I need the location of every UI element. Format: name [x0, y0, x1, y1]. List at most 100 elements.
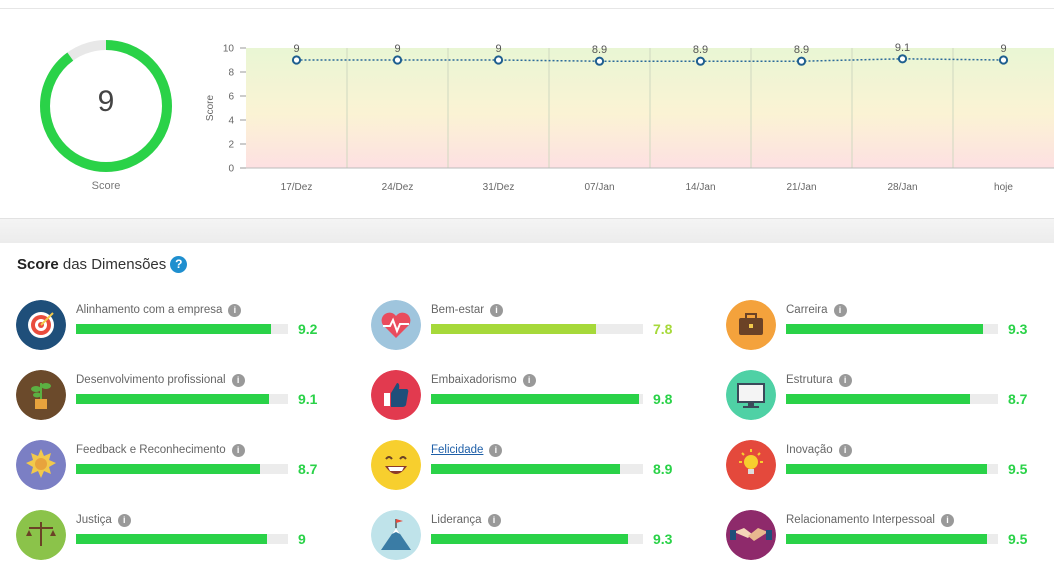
section-divider [0, 218, 1054, 243]
dimension-score: 9.8 [653, 391, 673, 407]
dimensions-title-bold: Score [17, 256, 59, 273]
dimension-carreira[interactable]: Carreira i 9.3 [726, 300, 1054, 356]
dimension-score: 9.3 [653, 531, 673, 547]
dimensions-title-rest: das Dimensões [58, 256, 167, 273]
thumbs-up-icon [371, 370, 421, 420]
x-tick-label: 31/Dez [483, 182, 515, 193]
dimension-name: Carreira i [786, 304, 847, 317]
dimension-name: Desenvolvimento profissional i [76, 374, 245, 387]
y-tick-label: 6 [228, 92, 234, 103]
y-tick-label: 8 [228, 68, 234, 79]
dimension-score: 9.2 [298, 321, 318, 337]
info-icon[interactable]: i [487, 514, 501, 527]
data-point [695, 56, 706, 66]
dimension-score: 9.5 [1008, 531, 1028, 547]
dimension-desenvolvimento[interactable]: Desenvolvimento profissional i 9.1 [16, 370, 356, 426]
info-icon[interactable]: i [117, 514, 131, 527]
score-bar [431, 394, 643, 404]
data-point [392, 55, 403, 65]
dimension-feedback[interactable]: Feedback e Reconhecimento i 8.7 [16, 440, 356, 496]
dimension-name[interactable]: Felicidade i [431, 444, 503, 457]
dimension-embaixadorismo[interactable]: Embaixadorismo i 9.8 [371, 370, 711, 426]
info-icon[interactable]: i [833, 304, 847, 317]
top-divider [0, 8, 1054, 9]
info-icon[interactable]: i [228, 304, 242, 317]
x-tick-label: 17/Dez [281, 182, 313, 193]
dimension-score: 8.7 [298, 461, 318, 477]
score-bar [786, 394, 998, 404]
data-point [594, 56, 605, 66]
y-tick-label: 4 [228, 116, 234, 127]
dimension-name: Alinhamento com a empresa i [76, 304, 242, 317]
dimension-name: Relacionamento Interpessoal i [786, 514, 954, 527]
scale-icon [16, 510, 66, 560]
dimension-name: Bem-estar i [431, 304, 504, 317]
score-history-chart: 0 2 4 6 8 10 Score 17/Dez 24/Dez 31/Dez 07/Jan 14/… [205, 42, 1054, 193]
x-tick-label: 28/Jan [887, 182, 917, 193]
score-bar [786, 324, 998, 334]
dimension-felicidade[interactable]: Felicidade i 8.9 [371, 440, 711, 496]
medal-icon [16, 440, 66, 490]
dimension-score: 7.8 [653, 321, 673, 337]
score-bar [76, 394, 288, 404]
dimension-name: Embaixadorismo i [431, 374, 536, 387]
target-icon [16, 300, 66, 350]
dimension-score: 9.5 [1008, 461, 1028, 477]
x-tick-label: 14/Jan [685, 182, 715, 193]
data-label: 9 [293, 43, 299, 55]
data-point [796, 56, 807, 66]
data-label: 9 [1000, 43, 1006, 55]
score-bar [431, 464, 643, 474]
data-point [998, 55, 1009, 65]
info-icon[interactable]: i [231, 374, 245, 387]
y-tick-label: 0 [228, 164, 234, 175]
score-bar [76, 324, 288, 334]
dimension-score: 8.9 [653, 461, 673, 477]
x-tick-label: 21/Jan [786, 182, 816, 193]
info-icon[interactable]: i [490, 304, 504, 317]
heartbeat-icon [371, 300, 421, 350]
dimension-name: Inovação i [786, 444, 852, 457]
x-tick-label: 24/Dez [382, 182, 414, 193]
x-tick-label: hoje [994, 182, 1013, 193]
dimension-estrutura[interactable]: Estrutura i 8.7 [726, 370, 1054, 426]
handshake-icon [726, 510, 776, 560]
score-bar [431, 324, 643, 334]
score-bar [786, 464, 998, 474]
dimension-name: Estrutura i [786, 374, 852, 387]
smile-icon [371, 440, 421, 490]
data-label: 8.9 [693, 44, 708, 56]
y-tick-label: 10 [223, 44, 235, 55]
data-label: 9 [495, 43, 501, 55]
info-icon[interactable]: i [838, 374, 852, 387]
data-point [493, 55, 504, 65]
dimension-score: 9 [298, 531, 306, 547]
dimension-alinhamento[interactable]: Alinhamento com a empresa i 9.2 [16, 300, 356, 356]
dimension-score: 8.7 [1008, 391, 1028, 407]
overall-score-label: Score [91, 180, 121, 192]
dimension-bem-estar[interactable]: Bem-estar i 7.8 [371, 300, 711, 356]
score-bar [431, 534, 643, 544]
x-tick-label: 07/Jan [584, 182, 614, 193]
mountain-flag-icon [371, 510, 421, 560]
dimension-score: 9.3 [1008, 321, 1028, 337]
help-icon[interactable]: ? [170, 256, 188, 273]
info-icon[interactable]: i [522, 374, 536, 387]
y-axis-label: Score [205, 95, 216, 122]
lightbulb-icon [726, 440, 776, 490]
info-icon[interactable]: i [231, 444, 245, 457]
info-icon[interactable]: i [940, 514, 954, 527]
dimension-inovacao[interactable]: Inovação i 9.5 [726, 440, 1054, 496]
y-tick-label: 2 [228, 140, 234, 151]
dimension-score: 9.1 [298, 391, 318, 407]
info-icon[interactable]: i [489, 444, 503, 457]
overall-score-value: 9 [97, 85, 115, 118]
data-label: 9.1 [895, 42, 910, 54]
score-bar [76, 534, 288, 544]
dimension-name: Justiça i [76, 514, 131, 527]
dimension-name: Liderança i [431, 514, 501, 527]
data-label: 8.9 [794, 44, 809, 56]
briefcase-icon [726, 300, 776, 350]
dimensions-title: Score das Dimensões? [17, 256, 188, 273]
info-icon[interactable]: i [838, 444, 852, 457]
